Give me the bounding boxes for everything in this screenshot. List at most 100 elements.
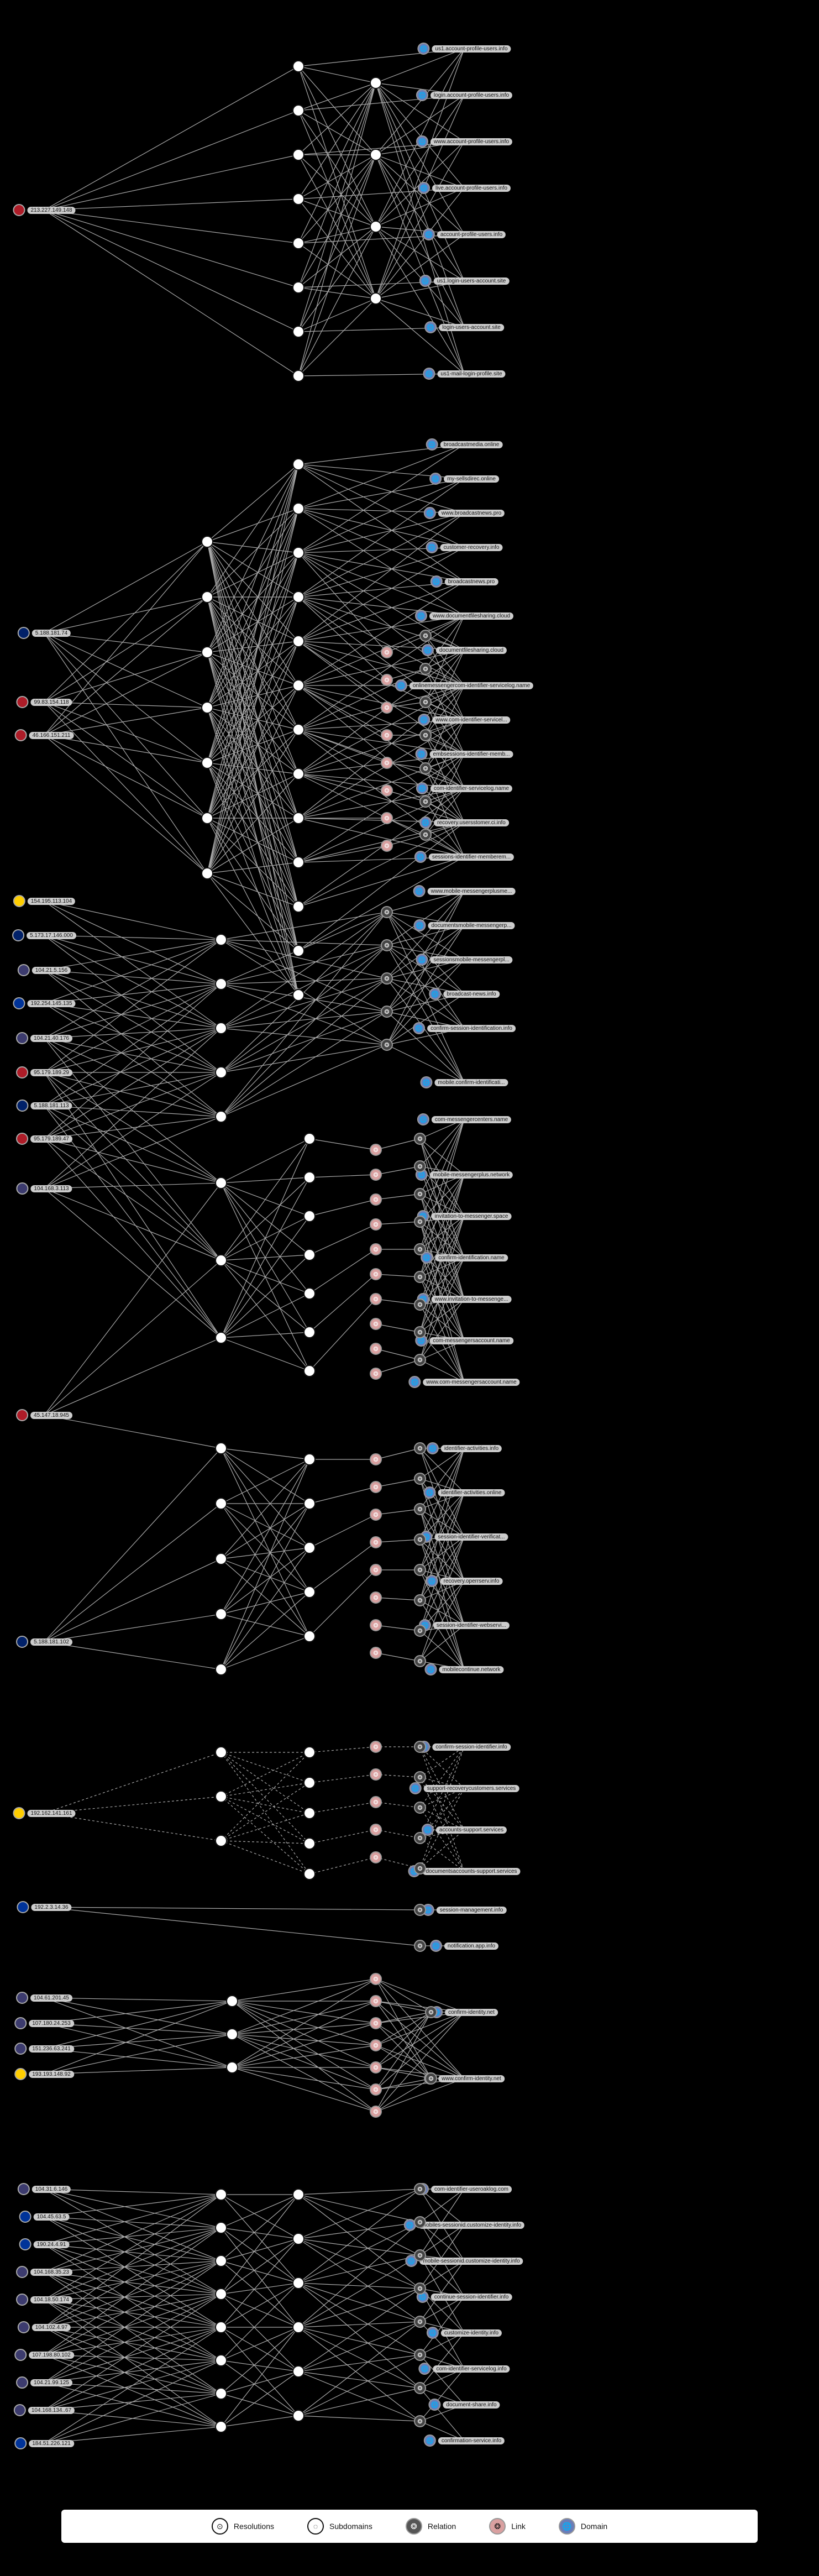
c5-sub-0[interactable]: ◌ — [303, 1453, 316, 1465]
domain-node-4[interactable]: 🌐account-profile-users.info — [423, 228, 506, 240]
c4-rel-2210[interactable]: ❂ — [414, 1216, 426, 1228]
c4-link-2440[interactable]: ❂ — [370, 1343, 382, 1355]
c6-res-1[interactable]: ⊙ — [215, 1790, 227, 1803]
c6-rel-3325[interactable]: ❂ — [414, 1832, 426, 1844]
c2-sub-5[interactable]: ◌ — [292, 679, 305, 692]
c2-sub-6[interactable]: ◌ — [292, 724, 305, 736]
c4-res-2[interactable]: ⊙ — [215, 1332, 227, 1344]
domain-node-27[interactable]: 🌐com-messengercenters.name — [417, 1113, 511, 1125]
ip-node-1[interactable]: 5.188.181.74 — [18, 627, 71, 639]
domain-node-19[interactable]: 🌐recovery.usersstomer.ci.info — [419, 816, 509, 829]
ip-node-29[interactable]: 104.168.134..67 — [14, 2404, 75, 2416]
domain-node-21[interactable]: 🌐www.mobile-messengerplusme... — [413, 885, 516, 897]
c1-res-6[interactable]: ⊙ — [292, 326, 305, 338]
c7b-rel-2[interactable]: ❂ — [425, 2072, 437, 2085]
domain-node-46[interactable]: 🌐confirm-identity.net — [431, 2006, 498, 2018]
c8-rel-4260[interactable]: ❂ — [414, 2349, 426, 2361]
domain-node-31[interactable]: 🌐www.invitation-to-messenge... — [417, 1293, 512, 1305]
c1-res-5[interactable]: ⊙ — [292, 281, 305, 294]
c2-res-1[interactable]: ⊙ — [201, 591, 213, 603]
c6-link-3160[interactable]: ❂ — [370, 1741, 382, 1753]
c2-link-1180[interactable]: ❂ — [381, 646, 393, 658]
domain-node-32[interactable]: 🌐com-messengersaccount.name — [415, 1334, 513, 1347]
c7b-res-2[interactable]: ⊙ — [226, 2061, 238, 2074]
domain-node-41[interactable]: 🌐support-recoverycustomers.services — [410, 1782, 519, 1794]
c3-res-4[interactable]: ⊙ — [215, 1111, 227, 1123]
c4-sub-2[interactable]: ◌ — [303, 1210, 316, 1222]
c6-sub-3280[interactable]: ◌ — [303, 1807, 316, 1819]
c5-sub-1[interactable]: ◌ — [303, 1498, 316, 1510]
domain-node-53[interactable]: 🌐com-identifier-servicelog.info — [418, 2363, 510, 2375]
c5-sub-2[interactable]: ◌ — [303, 1542, 316, 1554]
domain-node-35[interactable]: 🌐identifier-activities.online — [424, 1486, 505, 1499]
domain-node-5[interactable]: 🌐us1.login-users-account.site — [419, 275, 510, 287]
domain-node-48[interactable]: 🌐com-identifier-useroaklog.com — [417, 2183, 512, 2195]
c6-sub-3390[interactable]: ◌ — [303, 1868, 316, 1880]
c8-res-4[interactable]: ⊙ — [215, 2321, 227, 2333]
domain-node-13[interactable]: 🌐www.documentfilesharing.cloud — [415, 610, 513, 622]
c2-res-4[interactable]: ⊙ — [201, 757, 213, 769]
c2-rel-1210[interactable]: ❂ — [419, 663, 432, 675]
ip-node-4[interactable]: 154.195.113.104 — [13, 895, 75, 907]
ip-node-22[interactable]: 104.45.63.5 — [19, 2211, 70, 2223]
domain-node-18[interactable]: 🌐com-identifier-servicelog.name — [416, 782, 512, 794]
c3-rel-1770[interactable]: ❂ — [381, 972, 393, 985]
c5-rel-2840[interactable]: ❂ — [414, 1564, 426, 1576]
domain-node-2[interactable]: 🌐www.account-profile-users.info — [416, 135, 512, 148]
c4-sub-0[interactable]: ◌ — [303, 1133, 316, 1145]
c5-link-2840[interactable]: ❂ — [370, 1564, 382, 1576]
c2-sub-11[interactable]: ◌ — [292, 945, 305, 957]
c7-rel-b[interactable]: ❂ — [414, 1940, 426, 1952]
c7-rel-a[interactable]: ❂ — [414, 1904, 426, 1916]
c3-res-1[interactable]: ⊙ — [215, 978, 227, 990]
domain-node-16[interactable]: 🌐www.com-identifier-servicel... — [418, 714, 510, 726]
c6-link-3310[interactable]: ❂ — [370, 1824, 382, 1836]
c2-link-1380[interactable]: ❂ — [381, 757, 393, 769]
c6-rel-3215[interactable]: ❂ — [414, 1771, 426, 1783]
ip-node-26[interactable]: 104.102.4.97 — [18, 2321, 71, 2333]
ip-node-20[interactable]: 193.193.148.92 — [14, 2068, 74, 2080]
c5-sub-4[interactable]: ◌ — [303, 1630, 316, 1642]
domain-node-38[interactable]: 🌐session-identifier-webservi... — [419, 1619, 510, 1631]
c5-sub-3[interactable]: ◌ — [303, 1586, 316, 1598]
domain-node-33[interactable]: 🌐www.com-messengersaccount.name — [408, 1376, 519, 1388]
c7b-link-3[interactable]: ❂ — [370, 2039, 382, 2051]
c7b-res-0[interactable]: ⊙ — [226, 1995, 238, 2007]
c4-link-2350[interactable]: ❂ — [370, 1293, 382, 1305]
c5-link-2790[interactable]: ❂ — [370, 1536, 382, 1548]
c1-res-7[interactable]: ⊙ — [292, 370, 305, 382]
c5-res-4[interactable]: ⊙ — [215, 1663, 227, 1676]
ip-node-18[interactable]: 107.180.24.253 — [14, 2017, 74, 2029]
c8-sub-2[interactable]: ◌ — [292, 2277, 305, 2289]
c8-res-5[interactable]: ⊙ — [215, 2354, 227, 2366]
c2-rel-1330[interactable]: ❂ — [419, 729, 432, 741]
c7b-link-6[interactable]: ❂ — [370, 2106, 382, 2118]
c2-sub-4[interactable]: ◌ — [292, 635, 305, 647]
ip-node-6[interactable]: 104.21.5.156 — [18, 964, 71, 976]
c2-res-3[interactable]: ⊙ — [201, 701, 213, 714]
c1-sub-1[interactable]: ◌ — [370, 149, 382, 161]
c4-link-2305[interactable]: ❂ — [370, 1268, 382, 1280]
c4-sub-4[interactable]: ◌ — [303, 1287, 316, 1300]
c4-sub-3[interactable]: ◌ — [303, 1249, 316, 1261]
ip-node-3[interactable]: 46.166.151.211 — [15, 729, 74, 741]
c7b-link-0[interactable]: ❂ — [370, 1973, 382, 1985]
ip-node-15[interactable]: 192.162.141.161 — [13, 1807, 75, 1819]
c7b-link-1[interactable]: ❂ — [370, 1995, 382, 2007]
c8-sub-5[interactable]: ◌ — [292, 2410, 305, 2422]
ip-node-13[interactable]: 45.147.18.945 — [16, 1409, 72, 1421]
c6-link-3360[interactable]: ❂ — [370, 1851, 382, 1863]
c2-rel-1150[interactable]: ❂ — [419, 630, 432, 642]
domain-node-54[interactable]: 🌐document-share.info — [428, 2399, 500, 2411]
c4-sub-1[interactable]: ◌ — [303, 1171, 316, 1184]
c7b-link-2[interactable]: ❂ — [370, 2017, 382, 2029]
domain-node-1[interactable]: 🌐login.account-profile-users.info — [416, 89, 512, 101]
domain-node-52[interactable]: 🌐customize-identity.info — [427, 2327, 502, 2339]
ip-node-9[interactable]: 95.179.189.29 — [16, 1066, 72, 1078]
c6-link-3210[interactable]: ❂ — [370, 1768, 382, 1781]
c4-link-2215[interactable]: ❂ — [370, 1218, 382, 1231]
c1-res-3[interactable]: ⊙ — [292, 193, 305, 205]
domain-node-22[interactable]: 🌐documentsmobile-messengerp... — [413, 919, 514, 931]
c4-sub-5[interactable]: ◌ — [303, 1326, 316, 1338]
c8-sub-4[interactable]: ◌ — [292, 2365, 305, 2378]
